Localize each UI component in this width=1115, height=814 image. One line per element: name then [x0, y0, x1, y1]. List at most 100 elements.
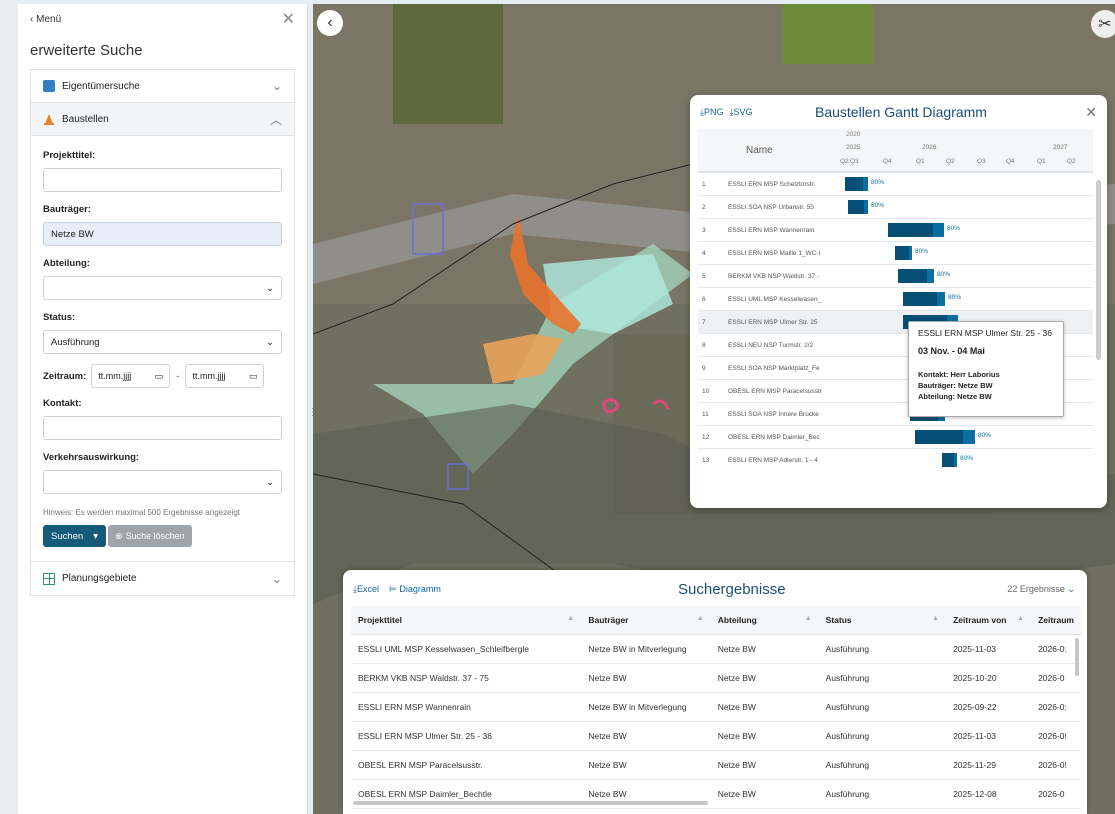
table-cell: Netze BW: [581, 750, 711, 780]
column-header[interactable]: Abteilung ▲: [710, 606, 819, 635]
caret-down-icon[interactable]: ▾: [93, 531, 98, 542]
gantt-row[interactable]: 6 ESSLI UML MSP Kesselwasen_ 80%: [698, 287, 1093, 310]
export-svg-link[interactable]: ⤓SVG: [730, 107, 753, 118]
date-from-input[interactable]: tt.mm.jjjj ▭: [91, 364, 171, 388]
search-button-label: Suchen: [51, 530, 84, 542]
row-number: 1: [702, 180, 706, 188]
quarter-label: Q4: [883, 158, 892, 165]
gantt-bar[interactable]: [898, 269, 934, 283]
results-panel: ⤓Excel ⊨ Diagramm Suchergebnisse 22 Erge…: [343, 570, 1087, 814]
table-row[interactable]: ESSLI UML MSP Kesselwasen_Schleifbergle N…: [351, 634, 1081, 664]
gantt-bar-progress: [895, 246, 909, 260]
column-header[interactable]: Projekttitel ▲: [351, 606, 582, 635]
sort-icon[interactable]: ▲: [697, 615, 704, 622]
verkehrsauswirkung-select[interactable]: ⌄: [43, 470, 282, 494]
row-number: 3: [702, 226, 706, 234]
search-button[interactable]: Suchen ▾: [43, 525, 107, 547]
map-back-button[interactable]: ‹: [317, 10, 343, 36]
date-placeholder: tt.mm.jjjj: [98, 371, 132, 381]
row-number: 12: [702, 433, 710, 441]
quarter-label: Q3: [977, 158, 986, 165]
open-diagram-label: Diagramm: [399, 583, 441, 594]
row-name: ESSLI ERN MSP Maille 1_WC-I: [728, 249, 821, 257]
chevron-down-icon: ⌄: [266, 282, 274, 294]
map-tool-button[interactable]: ✂: [1091, 10, 1115, 38]
column-header[interactable]: Bauträger ▲: [581, 606, 711, 635]
year-label: 2026: [922, 144, 937, 151]
quarter-label: Q1: [916, 158, 925, 165]
row-name: BERKM VKB NSP Waldstr. 37 -: [728, 272, 820, 280]
kontakt-input[interactable]: [43, 416, 282, 440]
gantt-row[interactable]: 3 ESSLI ERN MSP Wannenrain 80%: [698, 218, 1093, 241]
column-header[interactable]: Zeitraum von ▲: [946, 606, 1032, 635]
table-row[interactable]: BERKM VKB NSP Waldstr. 37 - 75 Netze BW Ne…: [351, 663, 1081, 693]
gantt-bar-progress: [942, 453, 954, 467]
scissors-icon: ✂: [1098, 16, 1112, 33]
year-group-label: 2020: [846, 131, 861, 138]
accordion-planungsgebiete[interactable]: Planungsgebiete ⌄: [31, 562, 294, 595]
column-header[interactable]: Status ▲: [818, 606, 947, 635]
tooltip-bautraeger: Bauträger: Netze BW: [918, 381, 993, 390]
table-row[interactable]: ESSLI ERN MSP Ulmer Str. 25 - 36 Netze BW…: [351, 721, 1081, 751]
bautraeger-label: Bauträger:: [43, 204, 92, 215]
export-excel-link[interactable]: ⤓Excel: [353, 584, 379, 595]
results-vscrollbar[interactable]: [1075, 638, 1079, 676]
table-cell: Netze BW: [710, 663, 819, 693]
sort-icon[interactable]: ▲: [805, 615, 812, 622]
results-hscrollbar[interactable]: [353, 801, 708, 805]
gantt-bar[interactable]: [895, 246, 912, 260]
gantt-row[interactable]: 12 OBESL ERN MSP Daimler_Bec 80%: [698, 425, 1093, 448]
gantt-bar[interactable]: [915, 430, 975, 444]
abteilung-select[interactable]: ⌄: [43, 276, 282, 300]
column-header-label: Zeitraum: [1038, 614, 1074, 625]
table-row[interactable]: OBESL ERN MSP Paracelsusstr. Netze BW Netz…: [351, 750, 1081, 780]
gantt-row[interactable]: 2 ESSLI SOA NSP Urbanstr. 55 80%: [698, 195, 1093, 218]
row-name: ESSLI ERN MSP Wannenrain: [728, 226, 815, 234]
column-header[interactable]: Zeitraum: [1031, 606, 1081, 635]
name-column-header: Name: [746, 145, 773, 156]
gantt-scrollbar[interactable]: [1096, 180, 1101, 360]
status-select[interactable]: Ausführung ⌄: [43, 330, 282, 354]
status-value: Ausführung: [51, 336, 100, 348]
date-to-input[interactable]: tt.mm.jjjj ▭: [185, 364, 265, 388]
export-png-link[interactable]: ⤓PNG: [700, 107, 724, 118]
results-count: 22 Ergebnisse ⌄: [1007, 584, 1075, 595]
menu-back-link[interactable]: ‹ Menü: [30, 14, 61, 25]
gantt-row[interactable]: 4 ESSLI ERN MSP Maille 1_WC-I 80%: [698, 241, 1093, 264]
accordion-eigentuemersuche[interactable]: Eigentümersuche ⌄: [31, 70, 294, 103]
traffic-cone-icon: [43, 113, 55, 125]
open-diagram-link[interactable]: ⊨ Diagramm: [389, 584, 441, 595]
gantt-bar-progress: [915, 430, 963, 444]
date-separator: -: [176, 370, 180, 382]
page-title: erweiterte Suche: [30, 42, 143, 59]
sort-icon[interactable]: ▲: [567, 615, 574, 622]
sort-icon[interactable]: ▲: [932, 615, 939, 622]
table-row[interactable]: ESSLI ERN MSP Wannenrain Netze BW in Mitv…: [351, 692, 1081, 722]
accordion-baustellen[interactable]: Baustellen ︿: [31, 103, 294, 136]
sort-icon[interactable]: ▲: [1017, 615, 1024, 622]
gantt-bar[interactable]: [848, 200, 868, 214]
close-icon[interactable]: ✕: [282, 9, 295, 29]
gantt-row[interactable]: 13 ESSLI ERN MSP Adlerstr. 1 - 4 80%: [698, 448, 1093, 471]
table-cell: Netze BW in Mitverlegung: [581, 634, 711, 664]
gantt-row[interactable]: 1 ESSLI ERN MSP Schelztorstr. 80%: [698, 172, 1093, 195]
projekttitel-input[interactable]: [43, 168, 282, 192]
gantt-bar[interactable]: [903, 292, 945, 306]
table-cell: Netze BW: [710, 634, 819, 664]
gantt-row[interactable]: 5 BERKM VKB NSP Waldstr. 37 - 80%: [698, 264, 1093, 287]
clear-search-button[interactable]: ⊗ Suche löschen: [108, 525, 192, 547]
gantt-bar[interactable]: [888, 223, 944, 237]
table-cell: 2026-0!: [1031, 750, 1081, 780]
gantt-bar[interactable]: [942, 453, 957, 467]
results-header: ⤓Excel ⊨ Diagramm Suchergebnisse 22 Erge…: [343, 570, 1087, 608]
table-cell: 2025-12-08: [946, 779, 1032, 809]
quarter-label: Q4: [1006, 158, 1015, 165]
chevron-down-icon: ⌄: [266, 336, 274, 348]
close-icon[interactable]: ✕: [1085, 104, 1097, 121]
bautraeger-input[interactable]: Netze BW: [43, 222, 282, 246]
tooltip-contact: Kontakt: Herr Laborius: [918, 370, 1000, 379]
double-chevron-down-icon[interactable]: ⌄: [1067, 584, 1075, 594]
row-name: ESSLI SOA NSP Innere Brücke: [728, 410, 819, 418]
gantt-bar[interactable]: [845, 177, 868, 191]
column-header-label: Zeitraum von: [953, 614, 1007, 625]
